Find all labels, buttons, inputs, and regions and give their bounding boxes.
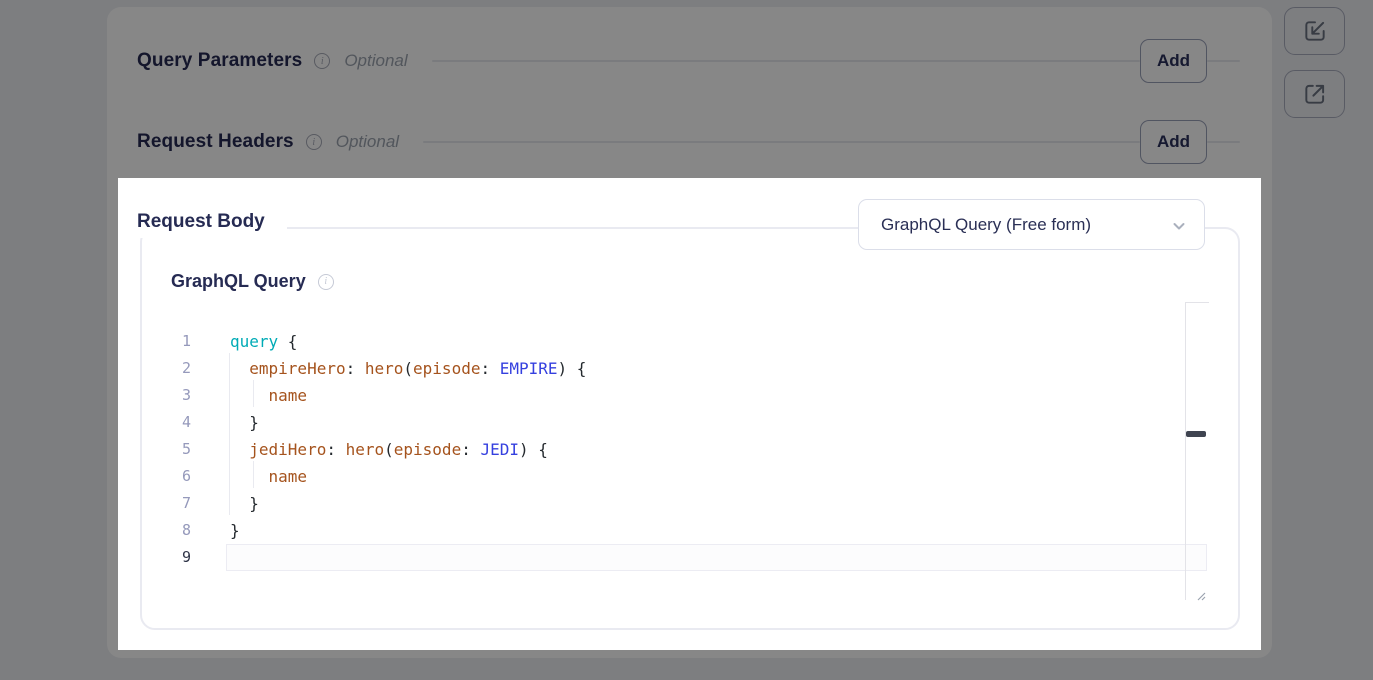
dim-overlay [0, 178, 118, 650]
code-token-p: : [480, 359, 499, 378]
line-number: 6 [142, 463, 191, 490]
line-number: 2 [142, 355, 191, 382]
code-token-prop: hero [346, 440, 385, 459]
info-icon: i [318, 274, 334, 290]
code-token-p: ) { [558, 359, 587, 378]
request-body-label: Request Body [137, 211, 265, 233]
code-line[interactable]: query { [226, 328, 1207, 355]
line-number: 7 [142, 490, 191, 517]
code-token-prop: empireHero [249, 359, 345, 378]
code-line[interactable]: jediHero: hero(episode: JEDI) { [226, 436, 1207, 463]
code-line[interactable]: } [226, 409, 1207, 436]
scrollbar-track [1185, 302, 1209, 303]
body-type-selected-value: GraphQL Query (Free form) [881, 215, 1091, 235]
dim-overlay [1261, 178, 1373, 650]
code-token-p: ( [403, 359, 413, 378]
code-token-p: ( [384, 440, 394, 459]
resize-handle-icon[interactable] [1193, 588, 1208, 603]
code-token-prop: name [269, 467, 308, 486]
code-line[interactable] [226, 544, 1207, 571]
line-number: 5 [142, 436, 191, 463]
line-number: 9 [142, 544, 191, 571]
code-token-prop: episode [413, 359, 480, 378]
code-token-p: } [230, 413, 259, 432]
code-token-p [230, 467, 269, 486]
code-token-p: } [230, 521, 240, 540]
code-line[interactable]: } [226, 490, 1207, 517]
code-line[interactable]: name [226, 382, 1207, 409]
code-token-p: ) { [519, 440, 548, 459]
code-line[interactable]: } [226, 517, 1207, 544]
line-number: 4 [142, 409, 191, 436]
request-body-header: Request Body [118, 206, 287, 238]
line-number: 3 [142, 382, 191, 409]
code-token-p [230, 386, 269, 405]
chevron-down-icon [1170, 217, 1188, 235]
body-type-select[interactable]: GraphQL Query (Free form) [858, 199, 1205, 250]
code-line[interactable]: name [226, 463, 1207, 490]
scrollbar-track [1185, 302, 1186, 600]
code-token-prop: hero [365, 359, 404, 378]
dim-overlay [0, 0, 1373, 178]
code-token-prop: name [269, 386, 308, 405]
line-number-gutter: 123456789 [142, 328, 191, 571]
code-token-enum: EMPIRE [500, 359, 558, 378]
code-token-p: : [461, 440, 480, 459]
code-token-p: { [278, 332, 297, 351]
code-token-p: } [230, 494, 259, 513]
code-token-enum: JEDI [480, 440, 519, 459]
code-token-kw: query [230, 332, 278, 351]
code-token-prop: jediHero [249, 440, 326, 459]
code-line[interactable]: empireHero: hero(episode: EMPIRE) { [226, 355, 1207, 382]
line-number: 8 [142, 517, 191, 544]
code-token-p: : [346, 359, 365, 378]
code-token-p [230, 440, 249, 459]
dim-overlay [0, 650, 1373, 680]
code-token-p: : [326, 440, 345, 459]
scrollbar-thumb[interactable] [1186, 431, 1206, 437]
code-token-p [230, 359, 249, 378]
graphql-query-header: GraphQL Query i [171, 271, 334, 292]
graphql-query-card: GraphQL Query i 123456789 query { empire… [140, 227, 1240, 630]
graphql-query-label: GraphQL Query [171, 271, 306, 292]
code-token-prop: episode [394, 440, 461, 459]
code-area[interactable]: query { empireHero: hero(episode: EMPIRE… [226, 328, 1207, 571]
line-number: 1 [142, 328, 191, 355]
